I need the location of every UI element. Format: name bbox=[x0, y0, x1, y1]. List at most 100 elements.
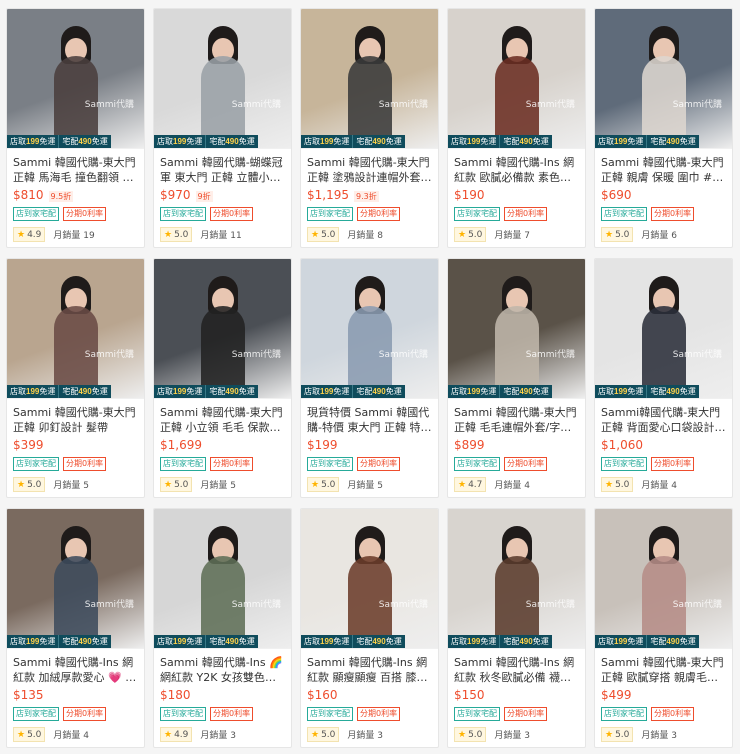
product-image[interactable]: Sammi代購 店取199免運 宅配490免運 bbox=[595, 9, 732, 149]
product-title[interactable]: Sammi 韓國代購-東大門 正韓 塗鴉設計連帽外套 絨毛 bbox=[307, 155, 432, 185]
product-card[interactable]: Sammi代購 店取199免運 宅配490免運 Sammi 韓國代購-東大門 正… bbox=[6, 258, 145, 498]
star-icon: ★ bbox=[164, 229, 173, 240]
shipping-badge: 店取199免運 宅配490免運 bbox=[448, 385, 552, 398]
installment-tag: 分期0利率 bbox=[651, 207, 695, 221]
product-photo bbox=[448, 509, 585, 648]
ship-home-suffix: 免運 bbox=[385, 387, 402, 396]
product-card[interactable]: Sammi代購 店取199免運 宅配490免運 Sammi 韓國代購-東大門 正… bbox=[6, 8, 145, 248]
product-image[interactable]: Sammi代購 店取199免運 宅配490免運 bbox=[595, 259, 732, 399]
product-title[interactable]: Sammi 韓國代購-Ins 網紅款 加絨厚款愛心 💗 堆堆襪 bbox=[13, 655, 138, 685]
product-image[interactable]: Sammi代購 店取199免運 宅配490免運 bbox=[154, 509, 291, 649]
product-image[interactable]: Sammi代購 店取199免運 宅配490免運 bbox=[7, 9, 144, 149]
sold-label: 月銷量 bbox=[494, 481, 522, 491]
ship-home-suffix: 免運 bbox=[532, 387, 549, 396]
product-photo bbox=[154, 259, 291, 398]
product-title[interactable]: Sammi 韓國代購-Ins 網紅款 歐膩必備款 素色百搭 大腿襪 bbox=[454, 155, 579, 185]
discount-badge: 9折 bbox=[195, 191, 213, 202]
meta-row: ★ 5.0 月銷量 5 bbox=[160, 477, 285, 492]
sold-value: 5 bbox=[83, 481, 90, 491]
rating-badge: ★ 5.0 bbox=[160, 477, 193, 492]
product-image[interactable]: Sammi代購 店取199免運 宅配490免運 bbox=[301, 259, 438, 399]
ship-store-price: 199 bbox=[26, 137, 40, 146]
product-card[interactable]: Sammi代購 店取199免運 宅配490免運 Sammi 韓國代購-東大門 正… bbox=[153, 258, 292, 498]
product-image[interactable]: Sammi代購 店取199免運 宅配490免運 bbox=[301, 509, 438, 649]
ship-store-label: 店取 bbox=[598, 637, 614, 646]
star-icon: ★ bbox=[458, 729, 467, 740]
product-image[interactable]: Sammi代購 店取199免運 宅配490免運 bbox=[7, 509, 144, 649]
product-card[interactable]: Sammi代購 店取199免運 宅配490免運 Sammi 韓國代購-東大門 正… bbox=[300, 8, 439, 248]
product-image[interactable]: Sammi代購 店取199免運 宅配490免運 bbox=[595, 509, 732, 649]
product-image[interactable]: Sammi代購 店取199免運 宅配490免運 bbox=[154, 9, 291, 149]
product-title[interactable]: Sammi 韓國代購-東大門 正韓 親膚 保暖 圍巾 # 131 bbox=[601, 155, 726, 185]
price-row: $1,699 bbox=[160, 438, 285, 454]
ship-store-price: 199 bbox=[26, 637, 40, 646]
sold-count: 月銷量 3 bbox=[347, 728, 383, 741]
product-card[interactable]: Sammi代購 店取199免運 宅配490免運 Sammi 韓國代購-東大門 正… bbox=[594, 508, 733, 748]
meta-row: ★ 5.0 月銷量 3 bbox=[454, 727, 579, 742]
sold-value: 3 bbox=[524, 731, 531, 741]
ship-home-price: 490 bbox=[225, 387, 239, 396]
store-delivery-tag: 店到家宅配 bbox=[601, 207, 647, 221]
product-photo bbox=[7, 259, 144, 398]
shipping-badge: 店取199免運 宅配490免運 bbox=[154, 135, 258, 148]
sold-value: 5 bbox=[230, 481, 237, 491]
installment-tag: 分期0利率 bbox=[504, 707, 548, 721]
product-card[interactable]: Sammi代購 店取199免運 宅配490免運 Sammi 韓國代購-Ins 🌈… bbox=[153, 508, 292, 748]
product-photo bbox=[7, 9, 144, 148]
product-image[interactable]: Sammi代購 店取199免運 宅配490免運 bbox=[448, 509, 585, 649]
product-title[interactable]: Sammi 韓國代購-Ins 網紅款 顯瘦顯瘦 百搭 膝上 大腿襪 bbox=[307, 655, 432, 685]
sold-count: 月銷量 3 bbox=[641, 728, 677, 741]
product-title[interactable]: Sammi韓國代購-東大門 正韓 背面愛心口袋設計 彎刀褲 bbox=[601, 405, 726, 435]
product-card[interactable]: Sammi代購 店取199免運 宅配490免運 Sammi 韓國代購-Ins 網… bbox=[447, 8, 586, 248]
store-delivery-tag: 店到家宅配 bbox=[601, 457, 647, 471]
product-card[interactable]: Sammi代購 店取199免運 宅配490免運 Sammi 韓國代購-Ins 網… bbox=[447, 508, 586, 748]
product-image[interactable]: Sammi代購 店取199免運 宅配490免運 bbox=[301, 9, 438, 149]
ship-store-suffix: 免運 bbox=[186, 637, 203, 646]
meta-row: ★ 5.0 月銷量 11 bbox=[160, 227, 285, 242]
product-title[interactable]: Sammi 韓國代購-東大門 正韓 卯釘設計 髮帶 bbox=[13, 405, 138, 435]
product-title[interactable]: Sammi 韓國代購-東大門 正韓 毛毛連帽外套/字母 棉質 bbox=[454, 405, 579, 435]
ship-store-suffix: 免運 bbox=[627, 637, 644, 646]
product-image[interactable]: Sammi代購 店取199免運 宅配490免運 bbox=[7, 259, 144, 399]
product-card[interactable]: Sammi代購 店取199免運 宅配490免運 Sammi 韓國代購-東大門 正… bbox=[447, 258, 586, 498]
product-image[interactable]: Sammi代購 店取199免運 宅配490免運 bbox=[154, 259, 291, 399]
product-card[interactable]: Sammi代購 店取199免運 宅配490免運 Sammi 韓國代購-Ins 網… bbox=[6, 508, 145, 748]
product-card[interactable]: Sammi代購 店取199免運 宅配490免運 Sammi 韓國代購-東大門 正… bbox=[594, 8, 733, 248]
product-price: $1,699 bbox=[160, 438, 202, 452]
product-title[interactable]: 現貨特價 Sammi 韓國代購-特價 東大門 正韓 特價賣場 bbox=[307, 405, 432, 435]
ship-store-label: 店取 bbox=[451, 137, 467, 146]
price-row: $899 bbox=[454, 438, 579, 454]
product-price: $690 bbox=[601, 188, 632, 202]
star-icon: ★ bbox=[17, 229, 26, 240]
ship-store-price: 199 bbox=[320, 387, 334, 396]
product-card[interactable]: Sammi代購 店取199免運 宅配490免運 現貨特價 Sammi 韓國代購-… bbox=[300, 258, 439, 498]
ship-store-suffix: 免運 bbox=[333, 637, 350, 646]
star-icon: ★ bbox=[17, 729, 26, 740]
installment-tag: 分期0利率 bbox=[504, 207, 548, 221]
ship-home-price: 490 bbox=[372, 387, 386, 396]
sold-count: 月銷量 3 bbox=[494, 728, 530, 741]
ship-home-label: 宅配 bbox=[650, 387, 667, 396]
product-title[interactable]: Sammi 韓國代購-Ins 網紅款 秋冬歐膩必備 襪套 堆堆襪 bbox=[454, 655, 579, 685]
sold-value: 3 bbox=[671, 731, 678, 741]
price-row: $499 bbox=[601, 688, 726, 704]
product-card[interactable]: Sammi代購 店取199免運 宅配490免運 Sammi 韓國代購-蝴蝶冠軍 … bbox=[153, 8, 292, 248]
ship-home-price: 490 bbox=[78, 637, 92, 646]
product-title[interactable]: Sammi 韓國代購-東大門 正韓 馬海毛 撞色翻領 針織外套 bbox=[13, 155, 138, 185]
ship-home-label: 宅配 bbox=[209, 387, 226, 396]
product-price: $970 bbox=[160, 188, 191, 202]
ship-home-price: 490 bbox=[519, 637, 533, 646]
product-title[interactable]: Sammi 韓國代購-蝴蝶冠軍 東大門 正韓 立體小花園長褲 bbox=[160, 155, 285, 185]
ship-home-price: 490 bbox=[372, 637, 386, 646]
product-card[interactable]: Sammi代購 店取199免運 宅配490免運 Sammi韓國代購-東大門 正韓… bbox=[594, 258, 733, 498]
product-title[interactable]: Sammi 韓國代購-東大門 正韓 歐膩穿搭 親膚毛毛 帽子 bbox=[601, 655, 726, 685]
watermark: Sammi代購 bbox=[84, 100, 134, 110]
rating-value: 5.0 bbox=[468, 229, 483, 240]
product-image[interactable]: Sammi代購 店取199免運 宅配490免運 bbox=[448, 259, 585, 399]
product-title[interactable]: Sammi 韓國代購-東大門 正韓 小立領 毛毛 保款外套 外套 bbox=[160, 405, 285, 435]
rating-value: 5.0 bbox=[615, 729, 630, 740]
product-card[interactable]: Sammi代購 店取199免運 宅配490免運 Sammi 韓國代購-Ins 網… bbox=[300, 508, 439, 748]
ship-store-label: 店取 bbox=[157, 387, 173, 396]
product-image[interactable]: Sammi代購 店取199免運 宅配490免運 bbox=[448, 9, 585, 149]
product-title[interactable]: Sammi 韓國代購-Ins 🌈 網紅款 Y2K 女孩雙色堆堆襪 bbox=[160, 655, 285, 685]
